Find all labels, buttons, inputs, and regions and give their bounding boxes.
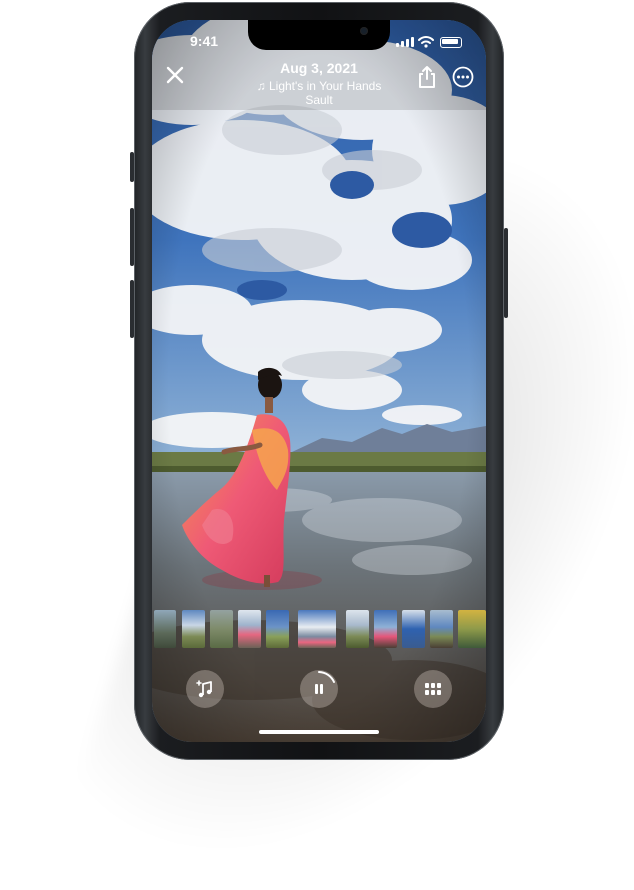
grid-button[interactable] [414,670,452,708]
song-artist: Sault [305,93,333,107]
filmstrip-thumbnail[interactable] [430,610,453,648]
filmstrip-thumbnail[interactable] [182,610,205,648]
dynamic-notch [248,20,390,50]
front-camera [360,27,368,35]
volume-up-button [130,208,134,266]
share-button[interactable] [415,64,439,90]
filmstrip-thumbnail[interactable] [266,610,289,648]
pause-button[interactable] [300,670,338,708]
battery-icon [440,37,462,48]
filmstrip-thumbnail[interactable] [374,610,397,648]
filmstrip-thumbnail[interactable] [346,610,369,648]
phone-screen: 9:41 Aug 3, 2021 ♫ Light's in Your Hands… [152,20,486,742]
playback-progress-ring [318,671,335,683]
volume-down-button [130,280,134,338]
share-icon [419,66,435,88]
status-time: 9:41 [190,33,219,49]
filmstrip-thumbnail[interactable] [402,610,425,648]
side-button [504,228,508,318]
filmstrip-thumbnail[interactable] [458,610,486,648]
more-icon [452,66,474,88]
mute-switch [130,152,134,182]
music-add-icon [196,680,212,698]
filmstrip-thumbnail[interactable] [154,610,176,648]
music-button[interactable] [186,670,224,708]
filmstrip-thumbnail[interactable] [238,610,261,648]
filmstrip-thumbnail[interactable] [210,610,233,648]
home-indicator[interactable] [259,730,379,734]
cellular-signal-icon [396,37,414,47]
grid-icon [425,683,441,695]
wifi-icon [418,36,434,48]
filmstrip-thumbnail-current[interactable] [298,610,336,648]
more-button[interactable] [452,66,474,88]
